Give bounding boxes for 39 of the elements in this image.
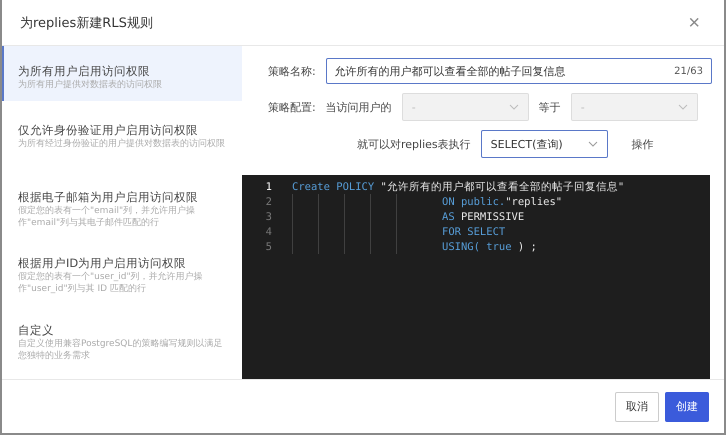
line-number: 2 [264, 196, 272, 208]
code-line: Create POLICY "允许所有的用户都可以查看全部的帖子回复信息" [292, 180, 624, 194]
template-description: 为所有经过身份验证的用户提供对数据表的访问权限 [18, 138, 226, 150]
template-title: 根据电子邮箱为用户启用访问权限 [18, 190, 199, 205]
code-line: USING( true ) ; [442, 240, 537, 252]
condition-label: 当访问用户的 [326, 100, 392, 114]
template-title: 仅允许身份验证用户启用访问权限 [18, 123, 199, 138]
policy-name-field[interactable]: 允许所有的用户都可以查看全部的帖子回复信息 21/63 [326, 58, 712, 84]
template-description: 假定您的表有一个"user_id"列，并允许用户操作"user_id"列与其 ID 匹配的行 [18, 271, 204, 296]
template-item[interactable]: 为所有用户启用访问权限 为所有用户提供对数据表的访问权限 [2, 46, 242, 102]
caret-icon [588, 141, 598, 147]
caret-icon [678, 104, 688, 110]
field-label: 策略配置: [268, 100, 316, 114]
template-description: 自定义使用兼容PostgreSQL的策略编写规则以满足您独特的业务需求 [18, 338, 224, 362]
action-suffix: 操作 [632, 136, 654, 152]
template-title: 根据用户ID为用户启用访问权限 [18, 256, 188, 272]
line-number: 4 [264, 226, 272, 238]
field-label: 策略名称: [268, 64, 316, 78]
template-title: 自定义 [18, 322, 55, 338]
field-value: 允许所有的用户都可以查看全部的帖子回复信息 [334, 64, 566, 78]
template-title: 为所有用户启用访问权限 [18, 64, 151, 79]
template-description: 假定您的表有一个"email"列，并允许用户操作"email"列与其电子邮件匹配的行 [18, 204, 196, 229]
code-line: FOR SELECT [442, 226, 506, 238]
dialog-title: 为replies新建RLS规则 [20, 14, 153, 32]
line-number: 5 [264, 240, 272, 252]
line-number: 1 [264, 180, 272, 192]
template-description: 为所有用户提供对数据表的访问权限 [18, 79, 163, 91]
line-number: 3 [264, 210, 272, 222]
condition-label: 等于 [538, 100, 561, 114]
action-label: 就可以对replies表执行 [357, 136, 471, 152]
code-line: ON public."replies" [442, 196, 562, 208]
operation-select[interactable]: SELECT(查询) [480, 130, 608, 158]
character-count: 21/63 [674, 66, 703, 76]
caret-icon [508, 104, 519, 110]
create-button[interactable]: 创建 [665, 392, 709, 422]
cancel-button[interactable]: 取消 [615, 392, 659, 422]
code-line: AS PERMISSIVE [442, 210, 524, 222]
code-editor[interactable]: 1 Create POLICY "允许所有的用户都可以查看全部的帖子回复信息" 2 ON public."replies" 3 AS PERMISSIVE 4 FOR SELECT 5 USING( true ) ; [242, 175, 710, 379]
close-button[interactable]: × [684, 12, 704, 32]
